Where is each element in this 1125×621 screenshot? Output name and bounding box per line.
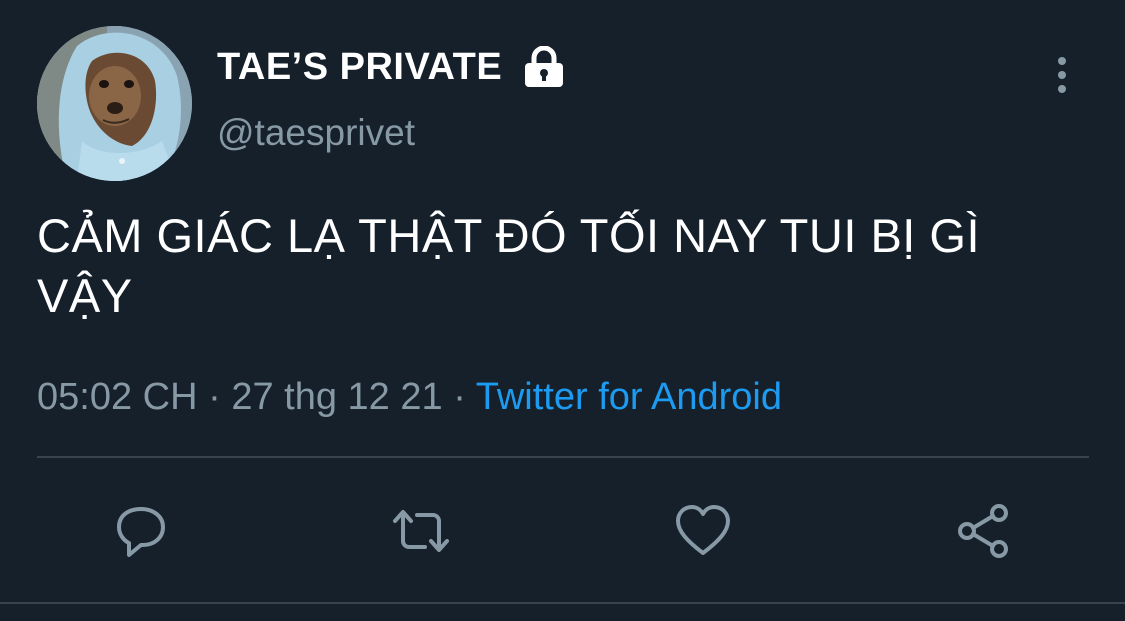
more-options-icon[interactable] <box>1050 55 1074 97</box>
bottom-divider <box>0 602 1125 604</box>
divider <box>37 456 1089 458</box>
display-name-row: TAE’S PRIVATE <box>217 42 566 92</box>
tweet-card: TAE’S PRIVATE @taesprivet CẢM GIÁC LẠ TH… <box>0 0 1125 621</box>
action-bar <box>0 490 1125 570</box>
share-button[interactable] <box>954 500 1016 562</box>
reply-icon <box>117 507 165 557</box>
tweet-meta: 05:02 CH · 27 thg 12 21 · Twitter for An… <box>37 372 782 422</box>
user-handle[interactable]: @taesprivet <box>217 112 415 154</box>
reply-button[interactable] <box>110 500 172 562</box>
meta-separator: · <box>453 376 476 418</box>
like-button[interactable] <box>672 500 734 562</box>
meta-separator: · <box>208 376 232 418</box>
tweet-source-link[interactable]: Twitter for Android <box>476 376 782 418</box>
retweet-button[interactable] <box>390 500 452 562</box>
tweet-date[interactable]: 27 thg 12 21 <box>231 376 442 418</box>
heart-icon <box>676 505 730 555</box>
share-icon <box>958 504 1008 558</box>
dog-avatar-icon <box>37 26 192 181</box>
avatar[interactable] <box>37 26 192 181</box>
display-name[interactable]: TAE’S PRIVATE <box>217 46 502 89</box>
tweet-time[interactable]: 05:02 CH <box>37 376 198 418</box>
lock-icon <box>522 45 566 88</box>
tweet-text: CẢM GIÁC LẠ THẬT ĐÓ TỐI NAY TUI BỊ GÌ VẬ… <box>37 209 981 322</box>
retweet-icon <box>393 510 449 552</box>
